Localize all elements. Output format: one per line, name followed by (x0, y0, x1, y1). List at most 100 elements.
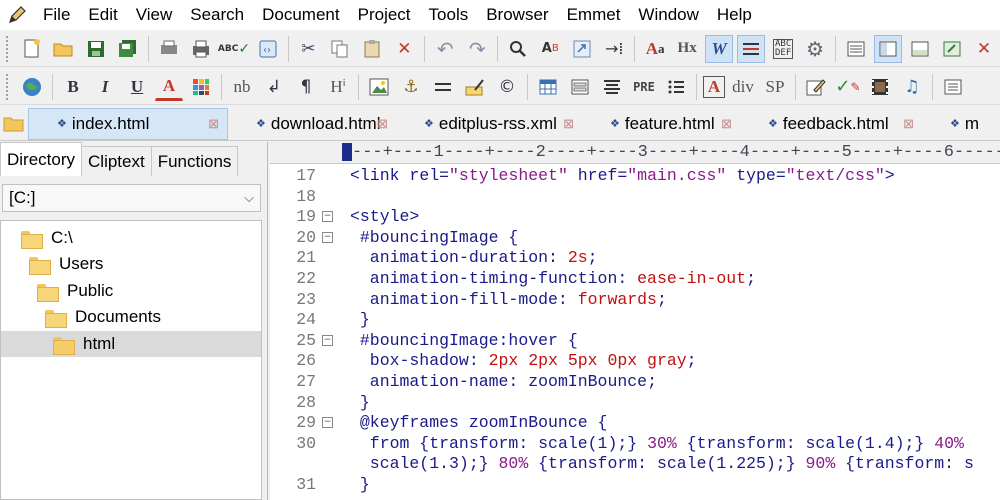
pre-icon[interactable]: PRE (630, 73, 658, 101)
fold-toggle-icon[interactable]: − (322, 417, 333, 429)
color-palette-icon[interactable] (187, 73, 215, 101)
save-icon[interactable] (82, 35, 110, 63)
window-layout-icon[interactable] (842, 35, 870, 63)
settings-icon[interactable]: ⚙ (801, 35, 829, 63)
menu-project[interactable]: Project (349, 0, 420, 30)
close-tab-icon[interactable]: ⊠ (563, 116, 574, 132)
code-line[interactable]: 25− #bouncingImage:hover { (270, 331, 1000, 352)
tree-node[interactable]: Public (1, 278, 261, 304)
line-numbers-icon[interactable] (737, 34, 766, 63)
toolbar-grip[interactable] (6, 73, 12, 100)
code-line[interactable]: 31 } (270, 475, 1000, 496)
code-line[interactable]: 20− #bouncingImage { (270, 228, 1000, 249)
audio-icon[interactable]: ♫ (898, 73, 926, 101)
menu-emmet[interactable]: Emmet (558, 0, 630, 30)
menu-tools[interactable]: Tools (420, 0, 478, 30)
image-icon[interactable] (365, 73, 393, 101)
close-tab-icon[interactable]: ⊠ (903, 116, 914, 132)
menu-window[interactable]: Window (629, 0, 707, 30)
code-line[interactable]: 30 from {transform: scale(1);} 30% {tran… (270, 434, 1000, 455)
form-icon[interactable] (566, 73, 594, 101)
code-line[interactable]: 23 animation-fill-mode: forwards; (270, 290, 1000, 311)
code-line[interactable]: 21 animation-duration: 2s; (270, 248, 1000, 269)
tab-functions[interactable]: Functions (150, 146, 239, 176)
toolbar-grip[interactable] (6, 35, 12, 62)
horizontal-rule-icon[interactable] (429, 73, 457, 101)
menu-view[interactable]: View (127, 0, 182, 30)
copyright-icon[interactable]: © (493, 73, 521, 101)
delete-icon[interactable]: ✕ (390, 35, 418, 63)
nbsp-icon[interactable]: nb (228, 73, 256, 101)
copy-icon[interactable] (326, 35, 354, 63)
line-break-icon[interactable]: ↲ (260, 73, 288, 101)
tree-node[interactable]: Users (1, 251, 261, 277)
comment-icon[interactable] (461, 73, 489, 101)
close-tab-icon[interactable]: ⊠ (377, 116, 388, 132)
cut-icon[interactable]: ✂ (294, 35, 322, 63)
div-icon[interactable]: div (729, 73, 757, 101)
heading-icon[interactable]: Hⁱ (324, 73, 352, 101)
tab-cliptext[interactable]: Cliptext (81, 146, 152, 176)
open-folder-icon[interactable] (50, 35, 78, 63)
globe-icon[interactable] (18, 73, 46, 101)
undo-icon[interactable]: ↶ (431, 35, 459, 63)
indent-icon[interactable]: →⁞ (600, 35, 628, 63)
table-icon[interactable] (534, 73, 562, 101)
close-tab-icon[interactable]: ⊠ (208, 116, 219, 132)
validate-icon[interactable]: ✓ ✎ (834, 73, 862, 101)
drive-dropdown[interactable]: [C:] ⌵ (2, 184, 261, 212)
browser-preview-icon[interactable]: ‹› (254, 35, 282, 63)
menu-browser[interactable]: Browser (477, 0, 557, 30)
close-tab-icon[interactable]: ⊠ (721, 116, 732, 132)
font-tag-icon[interactable]: A (703, 75, 725, 98)
column-select-icon[interactable]: ABC DEF (769, 35, 797, 63)
document-tab[interactable]: ❖ feedback.html ⊠ (740, 108, 922, 140)
font-size-icon[interactable]: Aa (641, 35, 669, 63)
fold-toggle-icon[interactable]: − (322, 211, 333, 223)
menu-help[interactable]: Help (708, 0, 761, 30)
print-icon[interactable] (187, 35, 215, 63)
paragraph-icon[interactable]: ¶ (292, 73, 320, 101)
tab-directory[interactable]: Directory (0, 142, 83, 176)
document-tab[interactable]: ❖ m (922, 108, 982, 140)
find-icon[interactable] (504, 35, 532, 63)
code-line[interactable]: 27 animation-name: zoomInBounce; (270, 372, 1000, 393)
hex-view-icon[interactable]: Hx (673, 35, 701, 63)
replace-icon[interactable]: AB (536, 35, 564, 63)
menu-edit[interactable]: Edit (79, 0, 126, 30)
bold-icon[interactable]: B (59, 73, 87, 101)
document-tab[interactable]: ❖ download.html ⊠ (228, 108, 396, 140)
code-line[interactable]: 19− <style> (270, 207, 1000, 228)
code-line[interactable]: 26 box-shadow: 2px 2px 5px 0px gray; (270, 351, 1000, 372)
save-all-icon[interactable] (114, 35, 142, 63)
edit-icon[interactable] (802, 73, 830, 101)
new-file-icon[interactable] (18, 35, 46, 63)
fullscreen-icon[interactable] (938, 35, 966, 63)
directory-window-icon[interactable] (874, 34, 903, 63)
anchor-icon[interactable]: ⚓ (397, 73, 425, 101)
menu-search[interactable]: Search (181, 0, 253, 30)
app-pencil-icon[interactable] (6, 4, 28, 26)
span-icon[interactable]: SP (761, 73, 789, 101)
code-line[interactable]: 17 <link rel="stylesheet" href="main.css"… (270, 166, 1000, 187)
folder-icon[interactable] (0, 109, 28, 139)
redo-icon[interactable]: ↷ (463, 35, 491, 63)
document-tab[interactable]: ❖ editplus-rss.xml ⊠ (396, 108, 582, 140)
document-tab[interactable]: ❖ feature.html ⊠ (582, 108, 740, 140)
code-line[interactable]: 24 } (270, 310, 1000, 331)
code-line[interactable]: 28 } (270, 393, 1000, 414)
underline-icon[interactable]: U (123, 73, 151, 101)
menu-document[interactable]: Document (253, 0, 348, 30)
italic-icon[interactable]: I (91, 73, 119, 101)
output-window-icon[interactable] (906, 35, 934, 63)
menu-file[interactable]: File (34, 0, 79, 30)
paste-icon[interactable] (358, 35, 386, 63)
fold-toggle-icon[interactable]: − (322, 334, 333, 346)
code-line[interactable]: 29− @keyframes zoomInBounce { (270, 413, 1000, 434)
code-snippet-icon[interactable] (939, 73, 967, 101)
code-line[interactable]: scale(1.3);} 80% {transform: scale(1.225… (270, 454, 1000, 475)
tree-node[interactable]: html (1, 330, 261, 357)
go-to-icon[interactable] (568, 35, 596, 63)
word-wrap-icon[interactable]: W (705, 34, 734, 63)
code-area[interactable]: 17 <link rel="stylesheet" href="main.css"… (270, 166, 1000, 500)
